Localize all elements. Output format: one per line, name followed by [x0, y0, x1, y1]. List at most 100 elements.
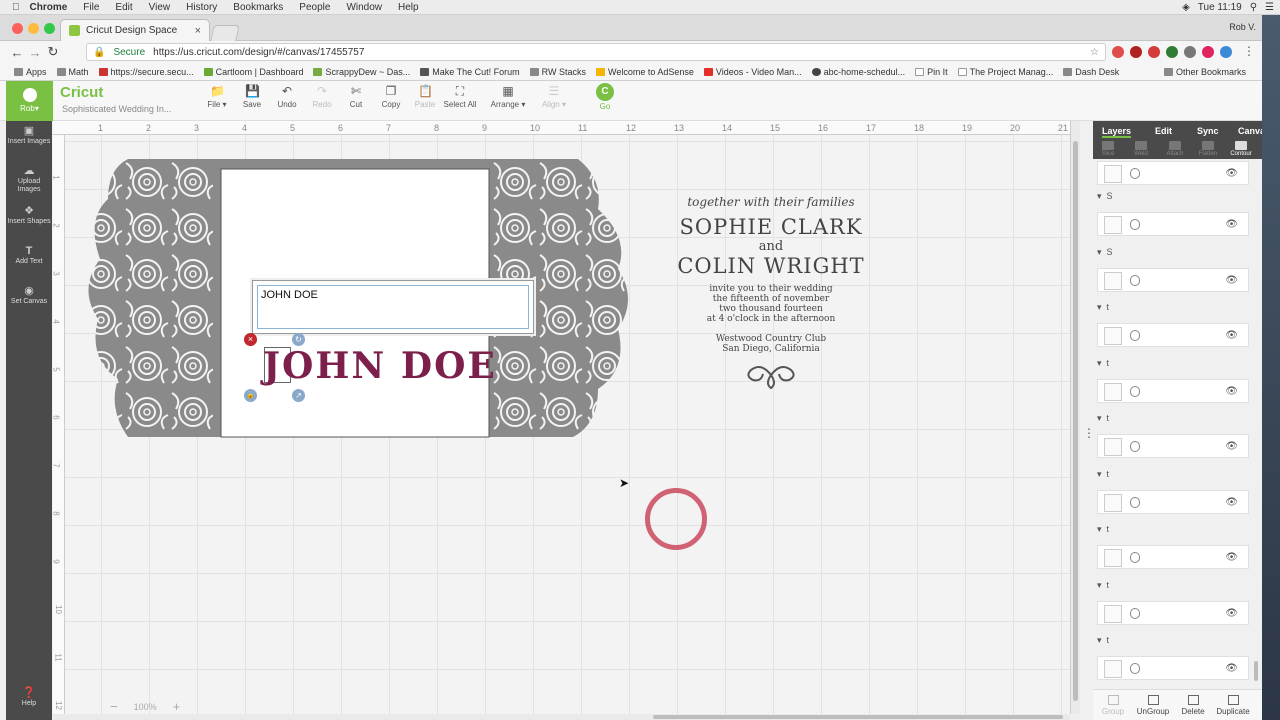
spotlight-icon[interactable]: ⚲: [1250, 2, 1257, 13]
collapse-arrow-icon[interactable]: ▾: [1097, 635, 1102, 645]
weld-button[interactable]: Weld: [1129, 141, 1153, 157]
ungroup-button[interactable]: UnGroup: [1133, 695, 1173, 716]
browser-tab[interactable]: Cricut Design Space ×: [60, 19, 210, 41]
file-button[interactable]: 📁 File ▾: [197, 85, 237, 109]
zoom-in-icon[interactable]: +: [173, 699, 181, 714]
close-tab-icon[interactable]: ×: [195, 25, 201, 37]
bookmark-pin-it[interactable]: Pin It: [915, 67, 948, 77]
menu-bookmarks[interactable]: Bookmarks: [233, 2, 283, 13]
layer-row[interactable]: 👁: [1097, 323, 1249, 347]
cut-type-icon[interactable]: [1130, 441, 1140, 452]
cut-type-icon[interactable]: [1130, 663, 1140, 674]
invitation-text-group[interactable]: together with their families SOPHIE CLAR…: [671, 195, 871, 393]
insert-shapes-button[interactable]: ❖ Insert Shapes: [6, 206, 52, 226]
url-text[interactable]: https://us.cricut.com/design/#/canvas/17…: [153, 47, 364, 58]
bookmark-abc-home[interactable]: abc-home-schedul...: [811, 67, 905, 77]
lock-handle-icon[interactable]: 🔒: [244, 389, 257, 402]
eye-icon[interactable]: 👁: [1225, 168, 1238, 179]
go-button[interactable]: C Go: [594, 83, 616, 111]
cut-type-icon[interactable]: [1130, 385, 1140, 397]
wifi-icon[interactable]: ◈: [1182, 2, 1190, 13]
slice-button[interactable]: Slice: [1096, 141, 1120, 157]
eye-icon[interactable]: 👁: [1225, 552, 1238, 563]
close-window-button[interactable]: [12, 23, 23, 34]
tab-canvas[interactable]: Canvas: [1238, 126, 1262, 136]
apple-icon[interactable]: : [12, 2, 20, 13]
insert-images-button[interactable]: ▣ Insert Images: [6, 126, 52, 146]
flatten-button[interactable]: Flatten: [1196, 141, 1220, 157]
bookmark-cartloom[interactable]: Cartloom | Dashboard: [203, 67, 303, 77]
layer-row[interactable]: 👁: [1097, 267, 1249, 292]
set-canvas-button[interactable]: ◉ Set Canvas: [6, 286, 52, 306]
pinterest-extension-icon[interactable]: [1202, 46, 1214, 58]
canvas-vertical-scrollbar[interactable]: [1070, 121, 1080, 714]
cut-type-icon[interactable]: [1130, 607, 1140, 619]
minimize-window-button[interactable]: [28, 23, 39, 34]
layer-group-header[interactable]: ▾ t: [1097, 413, 1249, 424]
layer-row[interactable]: 👁: [1097, 212, 1249, 236]
bookmark-scrappydew[interactable]: ScrappyDew ~ Das...: [313, 67, 410, 77]
eye-icon[interactable]: 👁: [1225, 330, 1238, 341]
project-name[interactable]: Sophisticated Wedding In...: [62, 104, 171, 114]
menu-help[interactable]: Help: [398, 2, 419, 13]
forward-icon[interactable]: →: [26, 45, 44, 60]
group-button[interactable]: Group: [1093, 695, 1133, 716]
eye-icon[interactable]: 👁: [1225, 663, 1238, 674]
eye-icon[interactable]: 👁: [1225, 441, 1238, 452]
zoom-window-button[interactable]: [44, 23, 55, 34]
cut-type-icon[interactable]: [1130, 330, 1140, 341]
collapse-arrow-icon[interactable]: ▾: [1097, 191, 1102, 201]
layer-group-header[interactable]: ▾ t: [1097, 524, 1249, 535]
align-button[interactable]: ☰ Align ▾: [534, 85, 574, 109]
cut-type-icon[interactable]: [1130, 168, 1140, 179]
layer-row[interactable]: 👁: [1097, 489, 1249, 514]
paste-button[interactable]: 📋 Paste: [405, 85, 445, 109]
collapse-arrow-icon[interactable]: ▾: [1097, 580, 1102, 590]
abp-extension-icon[interactable]: [1148, 46, 1160, 58]
user-menu[interactable]: Rob▾: [6, 81, 53, 121]
collapse-arrow-icon[interactable]: ▾: [1097, 524, 1102, 534]
menu-window[interactable]: Window: [346, 2, 382, 13]
bookmark-apps[interactable]: Apps: [14, 67, 47, 77]
select-all-button[interactable]: ⛶ Select All: [440, 85, 480, 109]
bookmark-secure[interactable]: https://secure.secu...: [98, 67, 194, 77]
menu-view[interactable]: View: [149, 2, 171, 13]
collapse-arrow-icon[interactable]: ▾: [1097, 469, 1102, 479]
layer-row[interactable]: 👁: [1097, 656, 1249, 680]
layer-group-header[interactable]: ▾ S: [1097, 191, 1249, 202]
lastpass-extension-icon[interactable]: [1130, 46, 1142, 58]
layer-group-header[interactable]: ▾ S: [1097, 247, 1249, 258]
menu-edit[interactable]: Edit: [115, 2, 132, 13]
text-edit-input[interactable]: JOHN DOE: [257, 285, 529, 329]
layer-row[interactable]: 👁: [1097, 545, 1249, 569]
text-edit-box[interactable]: JOHN DOE: [252, 280, 534, 334]
reload-icon[interactable]: ↻: [44, 44, 62, 60]
profile-name[interactable]: Rob V.: [1229, 22, 1256, 32]
back-icon[interactable]: ←: [8, 45, 26, 60]
tab-sync[interactable]: Sync: [1197, 126, 1219, 136]
scroll-thumb[interactable]: [1073, 141, 1078, 701]
menu-history[interactable]: History: [186, 2, 217, 13]
layer-row[interactable]: 👁: [1097, 434, 1249, 458]
green-extension-icon[interactable]: [1166, 46, 1178, 58]
layer-group-header[interactable]: ▾ t: [1097, 358, 1249, 369]
address-bar[interactable]: 🔒 Secure https://us.cricut.com/design/#/…: [86, 43, 1106, 61]
add-text-button[interactable]: T Add Text: [6, 246, 52, 266]
undo-button[interactable]: ↶ Undo: [267, 85, 307, 109]
menu-file[interactable]: File: [83, 2, 99, 13]
menu-people[interactable]: People: [299, 2, 330, 13]
contour-button[interactable]: Contour: [1229, 141, 1253, 157]
bookmark-star-icon[interactable]: ☆: [1090, 47, 1099, 58]
layer-row[interactable]: 👁: [1097, 600, 1249, 625]
chrome-menu-icon[interactable]: ⋮: [1243, 44, 1255, 58]
bookmark-math[interactable]: Math: [56, 67, 89, 77]
collapse-arrow-icon[interactable]: ▾: [1097, 358, 1102, 368]
eye-icon[interactable]: 👁: [1225, 608, 1238, 619]
layer-row[interactable]: 👁: [1097, 378, 1249, 403]
cut-button[interactable]: ✄ Cut: [336, 85, 376, 109]
canvas-horizontal-scrollbar[interactable]: [53, 714, 1070, 720]
bookmark-adsense[interactable]: Welcome to AdSense: [595, 67, 694, 77]
menu-app-name[interactable]: Chrome: [30, 2, 68, 13]
tab-edit[interactable]: Edit: [1155, 126, 1172, 136]
bookmark-project-manager[interactable]: The Project Manag...: [957, 67, 1053, 77]
